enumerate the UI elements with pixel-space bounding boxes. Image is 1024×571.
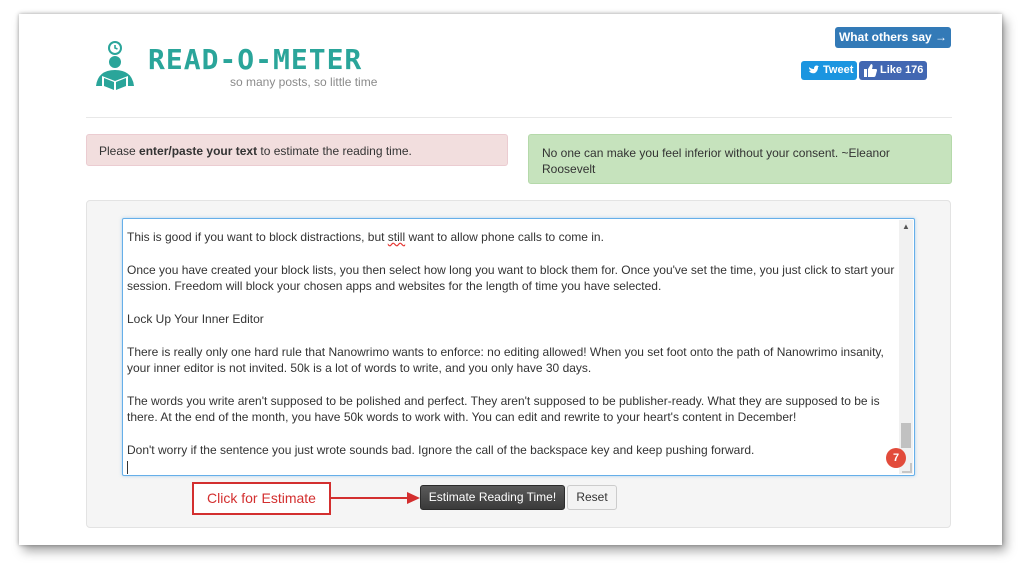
logo-tagline: so many posts, so little time bbox=[230, 75, 378, 89]
misspelled-word[interactable]: still bbox=[388, 230, 405, 244]
thumbs-up-icon bbox=[864, 64, 877, 77]
paragraph: Once you have created your block lists, … bbox=[127, 262, 898, 294]
instruction-suffix: to estimate the reading time. bbox=[257, 144, 412, 158]
twitter-bird-icon bbox=[808, 61, 819, 87]
textarea-scrollbar[interactable]: ▲ bbox=[899, 220, 913, 474]
what-others-say-button[interactable]: What others say → bbox=[835, 27, 951, 48]
instruction-prefix: Please bbox=[99, 144, 140, 158]
logo-title: READ-O-METER bbox=[148, 43, 363, 76]
scroll-up-arrow-icon[interactable]: ▲ bbox=[899, 222, 913, 232]
paragraph: This is good if you want to block distra… bbox=[127, 229, 897, 245]
instruction-emphasis: enter/paste your text bbox=[139, 144, 258, 158]
text-caret bbox=[127, 461, 128, 474]
paragraph: Lock Up Your Inner Editor bbox=[127, 312, 264, 326]
like-label: Like bbox=[880, 64, 903, 76]
arrow-right-icon bbox=[331, 492, 420, 504]
like-count: 176 bbox=[905, 64, 924, 76]
reset-button[interactable]: Reset bbox=[567, 485, 617, 510]
grammar-suggestions-badge[interactable]: 7 bbox=[886, 448, 906, 468]
reader-with-clock-icon bbox=[96, 41, 134, 92]
scrollbar-thumb[interactable] bbox=[901, 423, 911, 448]
header-divider bbox=[86, 117, 952, 118]
tweet-button[interactable]: Tweet bbox=[801, 61, 857, 80]
text-content: This is good if you want to block distra… bbox=[127, 229, 897, 475]
paragraph: The words you write aren't supposed to b… bbox=[127, 394, 883, 425]
text-run: This is good if you want to block distra… bbox=[127, 230, 388, 244]
facebook-like-button[interactable]: Like 176 bbox=[859, 61, 927, 80]
site-logo[interactable]: READ-O-METER so many posts, so little ti… bbox=[88, 41, 388, 98]
paragraph: Don't worry if the sentence you just wro… bbox=[127, 443, 755, 458]
paragraph: There is really only one hard rule that … bbox=[127, 344, 888, 376]
text-run: want to allow phone calls to come in. bbox=[405, 230, 604, 244]
estimate-reading-time-button[interactable]: Estimate Reading Time! bbox=[420, 485, 565, 510]
quote-alert: No one can make you feel inferior withou… bbox=[528, 134, 952, 184]
tweet-label: Tweet bbox=[823, 64, 854, 76]
quote-text: No one can make you feel inferior withou… bbox=[542, 146, 890, 176]
text-input-area[interactable]: This is good if you want to block distra… bbox=[122, 218, 915, 476]
instruction-alert: Please enter/paste your text to estimate… bbox=[86, 134, 508, 166]
estimate-callout-annotation: Click for Estimate bbox=[192, 482, 331, 515]
